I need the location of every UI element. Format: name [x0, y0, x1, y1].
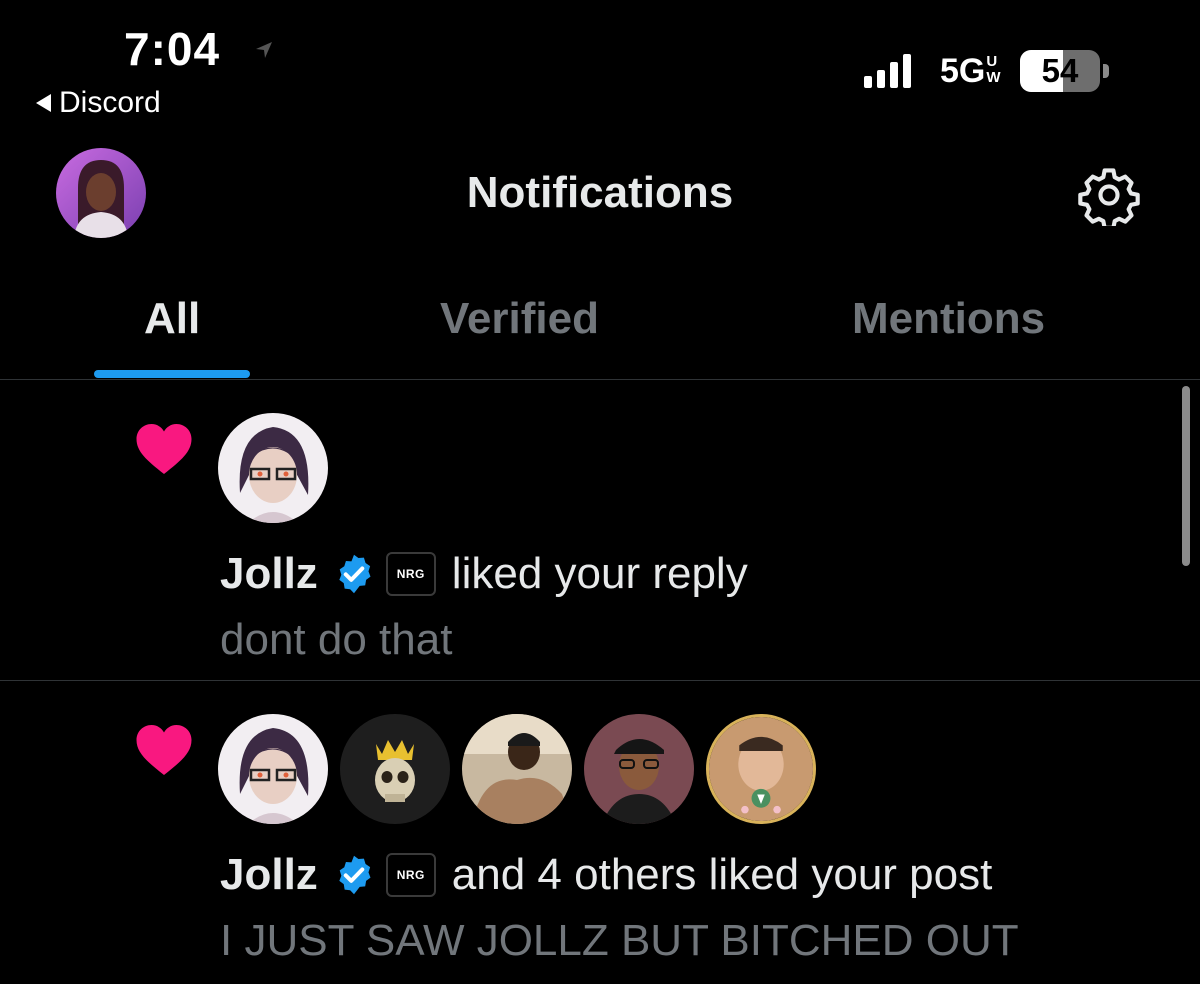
notification-item[interactable]: Jollz NRG and 4 others liked your post I…: [0, 682, 1200, 984]
network-label: 5G: [940, 52, 986, 90]
tab-verified[interactable]: Verified: [440, 294, 599, 344]
notification-tabs: All Verified Mentions: [0, 270, 1200, 380]
heart-icon: [136, 424, 192, 474]
location-arrow-icon: [256, 42, 272, 58]
notification-snippet: dont do that: [220, 615, 453, 664]
network-sup: U: [986, 53, 998, 70]
skull-crown-avatar[interactable]: [340, 714, 450, 824]
battery-icon: 54: [1020, 50, 1100, 92]
notification-snippet: I JUST SAW JOLLZ BUT BITCHED OUT: [220, 916, 1019, 965]
back-arrow-icon: [36, 94, 51, 112]
notification-item[interactable]: Jollz NRG liked your reply dont do that: [0, 381, 1200, 681]
user-photo-avatar[interactable]: [584, 714, 694, 824]
affiliate-badge[interactable]: NRG: [385, 853, 436, 897]
notification-action: and 4 others liked your post: [451, 850, 993, 899]
heart-icon: [136, 725, 192, 775]
tab-all[interactable]: All: [144, 294, 200, 344]
status-time: 7:04: [124, 23, 221, 75]
page-title: Notifications: [466, 168, 734, 217]
network-indicator: 5G UW: [940, 52, 1001, 91]
verified-badge-icon: [339, 855, 371, 895]
back-label: Discord: [59, 86, 161, 119]
notification-action: liked your reply: [451, 549, 748, 598]
user-photo-avatar[interactable]: [706, 714, 816, 824]
anime-avatar[interactable]: [218, 714, 328, 824]
anime-avatar[interactable]: [218, 413, 328, 523]
battery-level: 54: [1041, 52, 1079, 89]
cellular-signal-icon: [864, 52, 911, 88]
tab-mentions[interactable]: Mentions: [852, 294, 1045, 344]
network-sub: W: [986, 69, 1001, 86]
affiliate-badge[interactable]: NRG: [385, 552, 436, 596]
back-to-discord-link[interactable]: Discord: [36, 86, 161, 120]
user-photo-avatar[interactable]: [462, 714, 572, 824]
user-name[interactable]: Jollz: [220, 850, 318, 900]
user-name[interactable]: Jollz: [220, 549, 318, 599]
battery-nub: [1103, 64, 1109, 78]
active-tab-indicator: [94, 370, 250, 378]
verified-badge-icon: [339, 554, 371, 594]
gear-icon[interactable]: [1078, 164, 1140, 226]
